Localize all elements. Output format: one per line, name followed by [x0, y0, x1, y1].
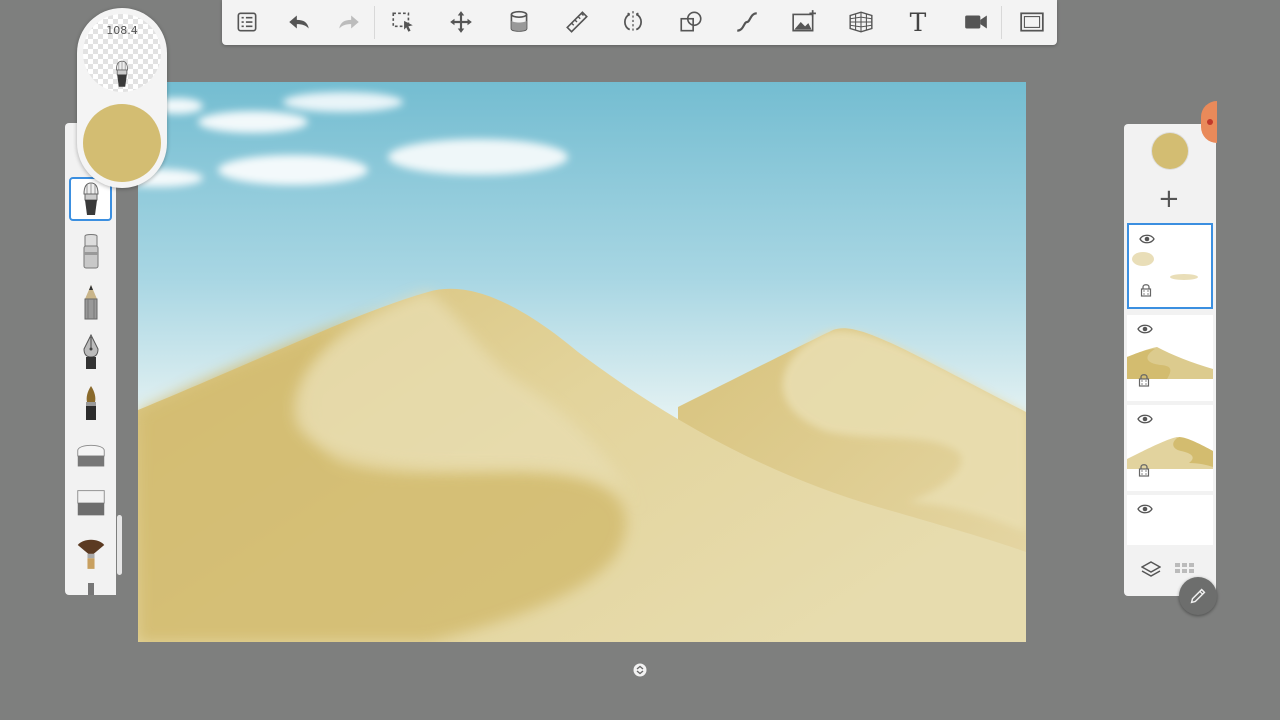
ink-brush-icon	[85, 386, 96, 420]
redo-arrow-icon	[339, 15, 359, 29]
chevron-updown-icon[interactable]	[633, 663, 647, 677]
soft-eraser-icon	[76, 490, 105, 516]
layer-dune-back[interactable]	[1127, 405, 1213, 491]
airbrush-icon	[82, 182, 99, 215]
brush-marker[interactable]	[69, 229, 112, 273]
undo-button[interactable]	[282, 6, 316, 38]
eraser-icon	[76, 444, 105, 467]
ruler-tool-button[interactable]	[560, 6, 594, 38]
add-layer-button[interactable]: +	[1158, 186, 1180, 212]
symmetry-tool-button[interactable]	[616, 6, 650, 38]
marker-icon	[83, 234, 98, 269]
current-color-swatch[interactable]	[83, 104, 161, 182]
shapes-icon	[680, 11, 702, 32]
brush-size-control[interactable]: 108.4	[83, 14, 161, 92]
fill-tool-button[interactable]	[502, 6, 536, 38]
recording-indicator	[1201, 101, 1217, 143]
layer-clouds[interactable]	[1127, 223, 1213, 309]
brush-library	[65, 123, 116, 595]
brush-partial-icon	[87, 583, 94, 595]
brush-puck[interactable]: 108.4	[77, 8, 167, 188]
lock-icon[interactable]	[1138, 373, 1150, 387]
brush-soft-eraser[interactable]	[69, 481, 112, 525]
brush-pencil[interactable]	[69, 280, 112, 324]
drawing-canvas[interactable]	[138, 82, 1026, 642]
brush-scrollbar[interactable]	[117, 515, 122, 575]
record-button[interactable]	[959, 6, 993, 38]
move-icon	[450, 11, 472, 33]
brush-size-value: 108.4	[106, 24, 138, 37]
selection-tool-button[interactable]	[386, 6, 420, 38]
video-icon	[965, 15, 987, 29]
grid-dots-icon[interactable]	[1175, 563, 1199, 577]
pen-nib-icon	[82, 333, 99, 369]
brush-quick-button[interactable]	[1179, 577, 1217, 615]
brush-hard-eraser[interactable]	[69, 433, 112, 477]
lock-icon[interactable]	[1140, 283, 1152, 297]
eye-icon[interactable]	[1137, 503, 1153, 515]
fullscreen-button[interactable]	[1015, 6, 1049, 38]
layer-background[interactable]	[1127, 495, 1213, 545]
brush-ink[interactable]	[69, 381, 112, 425]
brush-more[interactable]	[69, 575, 112, 595]
brush-pen[interactable]	[69, 330, 112, 374]
symmetry-icon	[624, 11, 642, 33]
eye-icon[interactable]	[1137, 413, 1153, 425]
eye-icon[interactable]	[1137, 323, 1153, 335]
record-dot-icon	[1207, 119, 1213, 125]
stroke-tool-button[interactable]	[730, 6, 764, 38]
lock-icon[interactable]	[1138, 463, 1150, 477]
layer-color-swatch[interactable]	[1152, 133, 1188, 169]
perspective-grid-icon	[849, 11, 873, 33]
perspective-tool-button[interactable]	[844, 6, 878, 38]
ruler-icon	[566, 11, 588, 33]
fullscreen-icon	[1020, 12, 1044, 32]
pencil-icon	[1190, 588, 1206, 604]
undo-arrow-icon	[289, 15, 309, 29]
pencil-icon	[84, 285, 97, 320]
airbrush-icon	[115, 60, 129, 87]
list-icon	[237, 12, 257, 32]
toolbar-separator	[374, 6, 375, 39]
layer-dune-front[interactable]	[1127, 315, 1213, 401]
layers-stack-icon[interactable]	[1141, 560, 1161, 580]
top-toolbar: T	[222, 0, 1057, 45]
add-image-button[interactable]	[787, 6, 821, 38]
bucket-icon	[510, 10, 528, 32]
curve-icon	[737, 12, 757, 32]
shapes-tool-button[interactable]	[674, 6, 708, 38]
redo-button[interactable]	[332, 6, 366, 38]
menu-button[interactable]	[230, 6, 264, 38]
toolbar-separator	[1001, 6, 1002, 39]
selection-icon	[392, 12, 413, 32]
layers-panel: +	[1124, 124, 1216, 596]
text-tool-button[interactable]: T	[901, 6, 935, 38]
eye-icon[interactable]	[1139, 233, 1155, 245]
image-icon	[792, 10, 816, 32]
transform-tool-button[interactable]	[444, 6, 478, 38]
text-icon: T	[909, 7, 927, 37]
